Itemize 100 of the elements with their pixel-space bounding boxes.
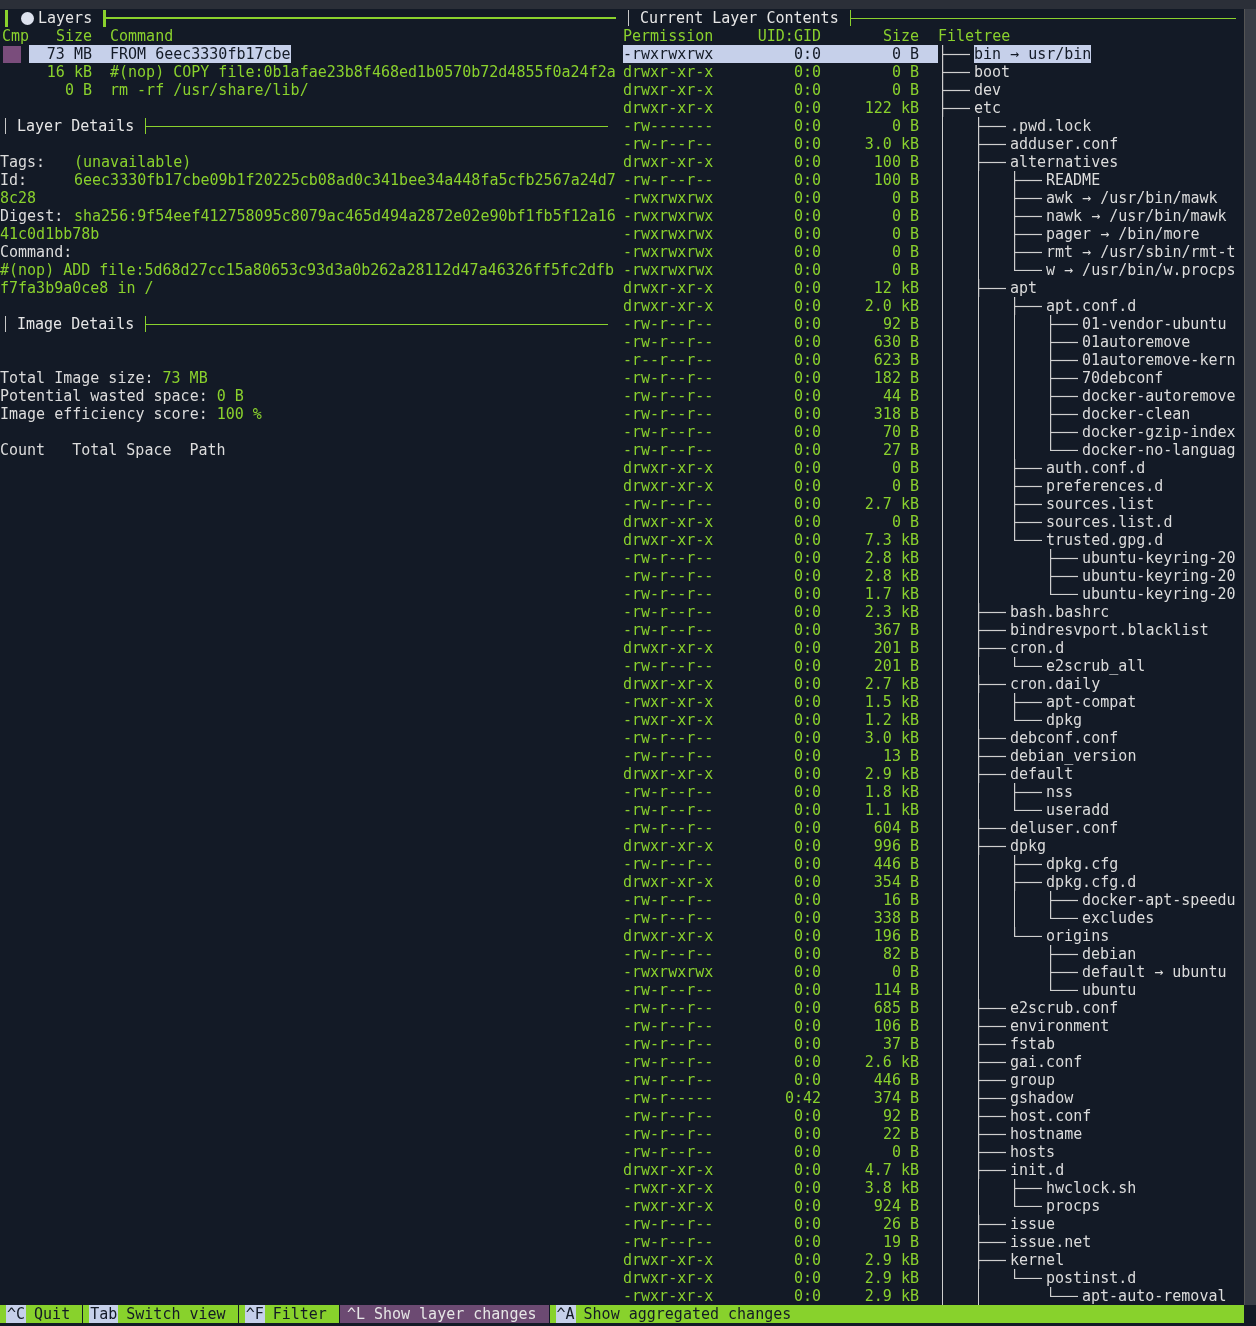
file-name[interactable]: nss [1046,783,1074,801]
permission-cell: -rw-r--r-- [623,1215,713,1233]
file-name[interactable]: debian_version [1010,747,1137,765]
file-name[interactable]: trusted.gpg.d [1046,531,1164,549]
file-name[interactable]: gshadow [1010,1089,1074,1107]
file-name[interactable]: bin → usr/bin [974,45,1092,63]
uid-gid-cell-text: 0:0 [792,369,821,387]
permission-cell: -rw-r--r-- [623,387,713,405]
file-name[interactable]: bash.bashrc [1010,603,1110,621]
file-name[interactable]: nawk → /usr/bin/mawk [1046,207,1227,225]
detail-field: Digest: sha256:9f54eef412758095c8079ac465d494a2872e02e90bf1fb5f12a1641c0d1bb78b [0,207,616,243]
selected-row-highlight[interactable]: 73 MB FROM 6eec3330fb17cbe [29,45,291,63]
size-cell-text: 0 B [890,117,919,135]
file-name[interactable]: sources.list [1046,495,1155,513]
file-name[interactable]: bindresvport.blacklist [1010,621,1209,639]
file-name[interactable]: apt.conf.d [1046,297,1137,315]
uid-gid-cell-text: 0:0 [792,1197,821,1215]
file-name[interactable]: README [1046,171,1101,189]
file-name[interactable]: cron.d [1010,639,1065,657]
file-name[interactable]: dpkg.cfg [1046,855,1119,873]
file-name[interactable]: pager → /bin/more [1046,225,1200,243]
file-name[interactable]: docker-clean [1082,405,1191,423]
permission-cell: -rw-r--r-- [623,1233,713,1251]
file-name[interactable]: ubuntu-keyring-20 [1082,549,1236,567]
file-name[interactable]: sources.list.d [1046,513,1173,531]
file-name[interactable]: issue [1010,1215,1056,1233]
file-name[interactable]: preferences.d [1046,477,1164,495]
file-name[interactable]: postinst.d [1046,1269,1137,1287]
file-name[interactable]: hwclock.sh [1046,1179,1137,1197]
file-name[interactable]: apt-auto-removal [1082,1287,1227,1305]
file-name[interactable]: 01autoremove-kern [1082,351,1236,369]
column-header: Size [54,27,92,45]
size-cell-text: 2.6 kB [863,1053,919,1071]
file-name[interactable]: dpkg [1010,837,1047,855]
file-name[interactable]: kernel [1010,1251,1065,1269]
file-name[interactable]: w → /usr/bin/w.procps [1046,261,1236,279]
file-name[interactable]: origins [1046,927,1110,945]
file-name[interactable]: host.conf [1010,1107,1092,1125]
shortcut-item[interactable]: ^A Show aggregated changes [548,1305,804,1323]
shortcut-item[interactable]: ^F Filter [237,1305,339,1323]
file-name[interactable]: gai.conf [1010,1053,1083,1071]
size-cell-text: 114 B [872,981,919,999]
shortcut-item[interactable]: Tab Switch view [82,1305,238,1323]
file-name[interactable]: deluser.conf [1010,819,1119,837]
file-name[interactable]: e2scrub.conf [1010,999,1119,1017]
column-header: Permission [623,27,713,45]
key-label: ^A [555,1305,576,1323]
file-name[interactable]: 01autoremove [1082,333,1191,351]
uid-gid-cell-text: 0:0 [792,225,821,243]
file-name[interactable]: dpkg [1046,711,1083,729]
file-name[interactable]: apt [1010,279,1038,297]
permission-cell: drwxr-xr-x [623,297,713,315]
file-name[interactable]: docker-gzip-index [1082,423,1236,441]
size-cell-text: 182 B [872,369,919,387]
file-name[interactable]: excludes [1082,909,1155,927]
shortcut-item[interactable]: ^C Quit [0,1305,83,1323]
file-name[interactable]: default [1010,765,1074,783]
permission-cell: -rw-r--r-- [623,621,713,639]
file-name[interactable]: ubuntu [1082,981,1137,999]
file-name[interactable]: debian [1082,945,1137,963]
file-name[interactable]: ubuntu-keyring-20 [1082,567,1236,585]
file-name[interactable]: ubuntu-keyring-20 [1082,585,1236,603]
permission-cell: -rw-r--r-- [623,1125,713,1143]
file-name[interactable]: boot [974,63,1011,81]
uid-gid-cell-text: 0:0 [792,117,821,135]
file-name[interactable]: 70debconf [1082,369,1164,387]
file-name[interactable]: dev [974,81,1002,99]
file-name[interactable]: cron.daily [1010,675,1101,693]
uid-gid-cell-text: 0:0 [792,693,821,711]
size-cell-text: 92 B [881,315,919,333]
selected-row-highlight[interactable]: -rwxrwxrwx 0:0 0 B [623,45,938,63]
shortcut-item[interactable]: ^L Show layer changes [338,1305,549,1323]
file-name[interactable]: hostname [1010,1125,1083,1143]
file-name[interactable]: useradd [1046,801,1110,819]
file-name[interactable]: docker-no-languag [1082,441,1236,459]
uid-gid-cell-text: 0:0 [792,135,821,153]
file-name[interactable]: group [1010,1071,1056,1089]
uid-gid-cell-text: 0:0 [792,171,821,189]
file-name[interactable]: e2scrub_all [1046,657,1146,675]
file-name[interactable]: auth.conf.d [1046,459,1146,477]
file-name[interactable]: 01-vendor-ubuntu [1082,315,1227,333]
file-name[interactable]: adduser.conf [1010,135,1119,153]
file-name[interactable]: .pwd.lock [1010,117,1092,135]
file-name[interactable]: etc [974,99,1002,117]
file-name[interactable]: awk → /usr/bin/mawk [1046,189,1218,207]
file-name[interactable]: default → ubuntu [1082,963,1227,981]
file-name[interactable]: dpkg.cfg.d [1046,873,1137,891]
file-name[interactable]: docker-apt-speedu [1082,891,1236,909]
file-name[interactable]: docker-autoremove [1082,387,1236,405]
file-name[interactable]: hosts [1010,1143,1056,1161]
file-name[interactable]: issue.net [1010,1233,1092,1251]
file-name[interactable]: apt-compat [1046,693,1137,711]
file-name[interactable]: debconf.conf [1010,729,1119,747]
file-name[interactable]: environment [1010,1017,1110,1035]
file-name[interactable]: alternatives [1010,153,1119,171]
file-name[interactable]: init.d [1010,1161,1065,1179]
file-name[interactable]: fstab [1010,1035,1056,1053]
scrollbar[interactable] [1244,9,1256,1305]
file-name[interactable]: rmt → /usr/sbin/rmt-t [1046,243,1236,261]
file-name[interactable]: procps [1046,1197,1101,1215]
